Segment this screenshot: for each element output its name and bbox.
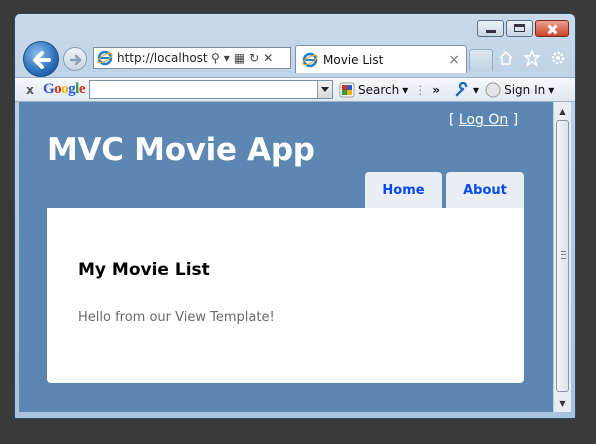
log-on-link[interactable]: Log On (459, 112, 508, 128)
forward-button[interactable] (63, 47, 87, 71)
dropdown-icon[interactable]: ▾ (224, 51, 230, 65)
menu-about-link[interactable]: About (446, 172, 524, 208)
forward-icon (69, 54, 82, 66)
scroll-up-icon[interactable]: ▲ (554, 103, 571, 119)
google-search-input[interactable] (89, 80, 334, 99)
sign-in-label: Sign In (504, 82, 546, 97)
wrench-icon (455, 81, 468, 96)
favorites-star-icon[interactable] (523, 49, 541, 67)
more-chevron-icon[interactable]: » (432, 83, 440, 97)
search-icon[interactable]: ⚲ (211, 51, 220, 65)
stop-icon[interactable]: ✕ (263, 51, 273, 65)
search-dropdown-icon[interactable] (317, 81, 333, 98)
tab-movie-list[interactable]: Movie List × (295, 45, 467, 73)
address-bar[interactable]: http://localhost: ⚲ ▾ ▦ ↻ ✕ (93, 47, 291, 69)
command-icons (497, 49, 567, 67)
site-title: MVC Movie App (47, 132, 315, 168)
login-bracket-close: ] (508, 112, 519, 128)
body-text: Hello from our View Template! (78, 310, 275, 325)
google-logo-letter: e (78, 81, 86, 97)
google-logo: Google (43, 81, 86, 98)
sign-in-button[interactable]: Sign In ▾ (485, 82, 554, 98)
address-tools: ⚲ ▾ ▦ ↻ ✕ (211, 51, 273, 65)
navigation-bar: http://localhost: ⚲ ▾ ▦ ↻ ✕ Movie List × (19, 41, 571, 77)
chevron-down-icon: ▾ (548, 82, 555, 97)
new-tab-button[interactable] (469, 49, 493, 71)
google-toolbar: x Google Search ▾ ⋮ » ▾ Sign In ▾ (15, 77, 575, 102)
main-menu: Home About (365, 172, 524, 208)
chevron-down-icon: ▾ (402, 82, 409, 97)
login-display: [ Log On ] (449, 112, 518, 128)
back-button[interactable] (23, 41, 59, 77)
maximize-button[interactable] (506, 20, 533, 37)
browser-window: http://localhost: ⚲ ▾ ▦ ↻ ✕ Movie List ×… (14, 13, 576, 419)
grip-icon (561, 251, 566, 259)
vertical-scrollbar[interactable]: ▲ ▼ (553, 102, 571, 412)
menu-home-link[interactable]: Home (365, 172, 442, 208)
page-viewport: [ Log On ] MVC Movie App Home About My M… (19, 102, 553, 412)
toolbar-close-icon[interactable]: x (21, 83, 39, 97)
tab-close-icon[interactable]: × (448, 52, 460, 68)
page-heading: My Movie List (78, 260, 210, 280)
chevron-down-icon: ▾ (473, 82, 480, 97)
close-window-button[interactable] (535, 20, 569, 37)
toolbar-separator-icon: ⋮ (414, 82, 427, 97)
wrench-button[interactable]: ▾ (454, 81, 480, 98)
login-bracket-open: [ (449, 112, 459, 128)
scroll-thumb[interactable] (556, 120, 569, 392)
address-url[interactable]: http://localhost: (117, 51, 209, 65)
tools-gear-icon[interactable] (549, 49, 567, 67)
compat-view-icon[interactable]: ▦ (234, 51, 245, 65)
tab-title: Movie List (323, 52, 384, 67)
home-icon[interactable] (497, 49, 515, 67)
window-controls (477, 20, 569, 37)
main-content: My Movie List Hello from our View Templa… (47, 208, 524, 383)
back-icon (33, 51, 51, 69)
user-avatar-icon (485, 82, 501, 97)
google-search-icon (339, 82, 355, 97)
minimize-button[interactable] (477, 20, 504, 37)
scroll-down-icon[interactable]: ▼ (554, 395, 571, 411)
ie-tab-icon (302, 52, 318, 67)
google-logo-letter: G (43, 81, 55, 97)
refresh-icon[interactable]: ↻ (249, 51, 259, 65)
ie-page-icon (97, 50, 113, 66)
google-search-button[interactable]: Search ▾ (339, 82, 408, 98)
google-search-label: Search (358, 82, 400, 97)
